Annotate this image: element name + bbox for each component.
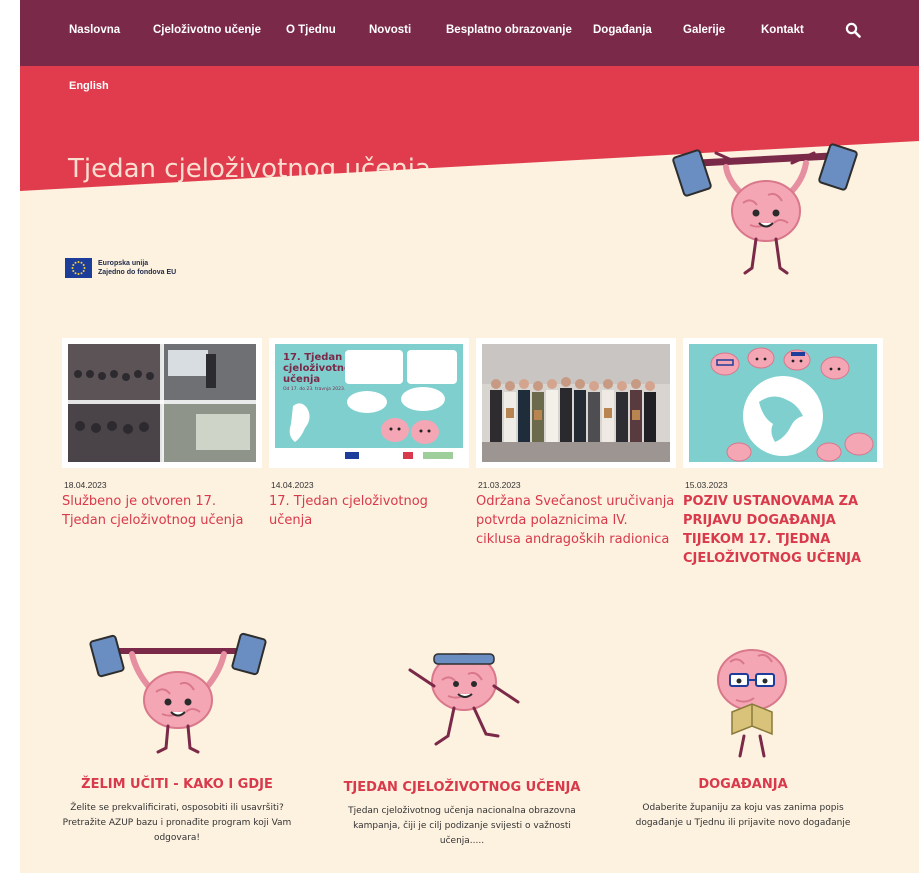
news-title[interactable]: POZIV USTANOVAMA ZA PRIJAVU DOGAĐANJA TI… — [683, 492, 883, 568]
feature-title[interactable]: TJEDAN CJELOŽIVOTNOG UČENJA — [342, 779, 582, 796]
news-title[interactable]: Održana Svečanost uručivanja potvrda pol… — [476, 492, 676, 549]
poster-heading-line1: 17. Tjedan — [283, 352, 342, 363]
nav-item-kontakt[interactable]: Kontakt — [761, 24, 804, 36]
language-link-english[interactable]: English — [69, 80, 109, 92]
page-frame: Naslovna Cjeloživotno učenje O Tjednu No… — [20, 0, 919, 873]
news-date: 18.04.2023 — [64, 480, 107, 490]
nav-item-dogadanja[interactable]: Događanja — [593, 24, 652, 36]
news-card[interactable]: 18.04.2023 Službeno je otvoren 17. Tjeda… — [62, 338, 262, 530]
top-navigation: Naslovna Cjeloživotno učenje O Tjednu No… — [20, 0, 919, 66]
eu-logo-line1: Europska unija — [98, 260, 149, 267]
page-title: Tjedan cjeloživotnog učenja — [68, 154, 431, 184]
news-date: 21.03.2023 — [478, 480, 521, 490]
poster-dates: Od 17. do 23. travnja 2023. — [283, 386, 345, 392]
news-image-poster[interactable]: 17. Tjedan cjeloživotnog učenja Od 17. d… — [269, 338, 469, 468]
nav-item-cjelozivotno-ucenje[interactable]: Cjeloživotno učenje — [153, 24, 261, 36]
feature-events[interactable]: DOGAĐANJA Odaberite županiju za koju vas… — [623, 776, 863, 831]
poster-heading-line3: učenja — [283, 373, 320, 385]
news-image-brains-map[interactable] — [683, 338, 883, 468]
brain-weightlifter-icon — [89, 632, 267, 754]
news-image-conference[interactable] — [62, 338, 262, 468]
feature-description: Tjedan cjeloživotnog učenja nacionalna o… — [348, 806, 576, 846]
news-image-group-photo[interactable] — [476, 338, 676, 468]
feature-lifelong-learning-week[interactable]: TJEDAN CJELOŽIVOTNOG UČENJA Tjedan cjelo… — [342, 779, 582, 849]
feature-title[interactable]: DOGAĐANJA — [623, 776, 863, 793]
news-card[interactable]: 21.03.2023 Održana Svečanost uručivanja … — [476, 338, 676, 549]
brain-reader-icon — [717, 649, 787, 758]
nav-item-besplatno-obrazovanje[interactable]: Besplatno obrazovanje — [446, 24, 572, 36]
nav-item-naslovna[interactable]: Naslovna — [69, 24, 120, 36]
news-card[interactable]: 17. Tjedan cjeloživotnog učenja Od 17. d… — [269, 338, 469, 530]
news-date: 15.03.2023 — [685, 480, 728, 490]
news-title[interactable]: 17. Tjedan cjeloživotnog učenja — [269, 492, 469, 530]
nav-item-o-tjednu[interactable]: O Tjednu — [286, 24, 336, 36]
nav-item-galerije[interactable]: Galerije — [683, 24, 725, 36]
feature-title[interactable]: ŽELIM UČITI - KAKO I GDJE — [57, 776, 297, 793]
news-card[interactable]: 15.03.2023 POZIV USTANOVAMA ZA PRIJAVU D… — [683, 338, 883, 568]
feature-description: Želite se prekvalificirati, osposobiti i… — [62, 803, 292, 843]
brain-weightlifter-illustration — [672, 143, 858, 275]
news-title[interactable]: Službeno je otvoren 17. Tjedan cjeloživo… — [62, 492, 262, 530]
eu-logo-line2: Zajedno do fondova EU — [98, 269, 177, 276]
eu-flag-icon — [65, 258, 92, 278]
news-date: 14.04.2023 — [271, 480, 314, 490]
brain-runner-icon — [408, 653, 520, 746]
nav-item-novosti[interactable]: Novosti — [369, 24, 411, 36]
search-icon[interactable] — [845, 22, 861, 38]
feature-description: Odaberite županiju za koju vas zanima po… — [635, 803, 851, 828]
eu-logo: Europska unija Zajedno do fondova EU — [65, 258, 176, 278]
feature-learn-how-where[interactable]: ŽELIM UČITI - KAKO I GDJE Želite se prek… — [57, 776, 297, 846]
